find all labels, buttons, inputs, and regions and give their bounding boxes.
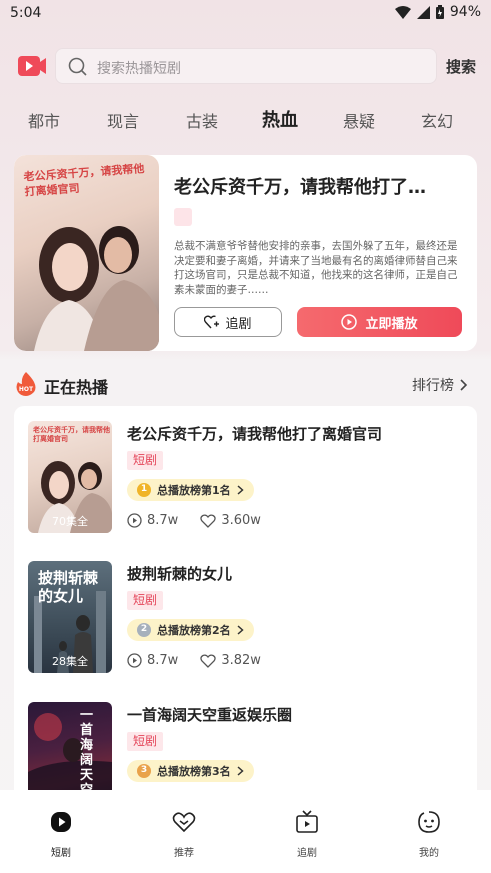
battery-level: 94% [449, 4, 481, 20]
like-heart-icon [200, 513, 216, 528]
tab-category[interactable]: 现言 [93, 108, 153, 132]
app-logo-icon [18, 56, 46, 76]
thumb-title: 老公斥资千万，请我帮他打离婚官司 [33, 426, 110, 443]
wifi-icon [394, 5, 411, 19]
featured-card[interactable]: 老公斥资千万，请我帮他打离婚官司 老公斥资千万，请我帮他打了… 总裁不满意爷爷替… [14, 155, 477, 351]
follow-label: 追剧 [225, 316, 252, 332]
item-stats: 8.7w 3.82w [127, 653, 283, 668]
episode-count: 28集全 [52, 655, 88, 668]
featured-tag [174, 208, 192, 226]
featured-description: 总裁不满意爷爷替他安排的亲事，去国外躲了五年，最终还是决定要和妻子离婚，并请来了… [174, 240, 458, 296]
rank-badge[interactable]: 2 总播放榜第2名 [127, 619, 254, 641]
play-count-icon [127, 513, 142, 528]
play-count-icon [127, 653, 142, 668]
thumb-title: 披荆斩棘的女儿 [38, 569, 99, 605]
play-label: 立即播放 [365, 316, 418, 332]
nav-item-follow[interactable]: 追剧 [277, 810, 337, 859]
rank-text: 总播放榜第3名 [157, 765, 231, 778]
search-input[interactable]: 搜索热播短剧 [55, 48, 437, 84]
chevron-right-icon [460, 379, 468, 391]
genre-tag: 短剧 [127, 591, 164, 610]
play-count: 8.7w [147, 653, 179, 668]
rank-badge[interactable]: 3 总播放榜第3名 [127, 760, 254, 782]
rank-text: 总播放榜第2名 [157, 624, 231, 637]
signal-icon [416, 5, 430, 19]
silver-medal-icon: 2 [137, 623, 151, 637]
list-item[interactable]: 披荆斩棘的女儿 28集全 披荆斩棘的女儿 短剧 2 总播放榜第2名 8.7w 3… [14, 561, 477, 675]
rank-text: 总播放榜第1名 [157, 484, 231, 497]
featured-title[interactable]: 老公斥资千万，请我帮他打了… [174, 173, 464, 199]
like-heart-icon [200, 653, 216, 668]
nav-label: 推荐 [174, 848, 194, 859]
play-circle-icon [341, 314, 358, 330]
featured-poster[interactable]: 老公斥资千万，请我帮他打离婚官司 [14, 155, 159, 351]
genre-tag: 短剧 [127, 732, 164, 751]
nav-item-short-drama[interactable]: 短剧 [31, 810, 91, 859]
item-thumbnail[interactable]: 老公斥资千万，请我帮他打离婚官司 70集全 [28, 421, 112, 533]
item-title[interactable]: 一首海阔天空重返娱乐圈 [127, 704, 292, 725]
heart-badge-icon [172, 812, 196, 833]
play-now-button[interactable]: 立即播放 [297, 307, 462, 337]
gold-medal-icon: 1 [137, 483, 151, 497]
item-title[interactable]: 披荆斩棘的女儿 [127, 563, 232, 584]
tv-icon [296, 810, 318, 833]
bronze-medal-icon: 3 [137, 764, 151, 778]
tab-category-active[interactable]: 热血 [250, 106, 310, 132]
tab-category[interactable]: 都市 [14, 108, 74, 132]
search-row: 搜索热播短剧 搜索 [0, 46, 491, 86]
heart-plus-icon [204, 315, 220, 329]
nav-item-mine[interactable]: 我的 [399, 810, 459, 859]
follow-button[interactable]: 追剧 [174, 307, 282, 337]
nav-label: 短剧 [51, 848, 71, 859]
list-item[interactable]: 老公斥资千万，请我帮他打离婚官司 70集全 老公斥资千万，请我帮他打了离婚官司 … [14, 421, 477, 535]
search-icon [68, 57, 87, 76]
rank-link[interactable]: 排行榜 [412, 375, 468, 395]
genre-tag: 短剧 [127, 451, 164, 470]
chevron-right-icon [237, 485, 244, 495]
nav-label: 我的 [419, 848, 439, 859]
item-thumbnail[interactable]: 披荆斩棘的女儿 28集全 [28, 561, 112, 673]
rank-badge[interactable]: 1 总播放榜第1名 [127, 479, 254, 501]
nav-label: 追剧 [297, 848, 317, 859]
tab-category[interactable]: 古装 [172, 108, 232, 132]
section-header: HOT 正在热播 排行榜 [0, 368, 491, 400]
hot-list: 老公斥资千万，请我帮他打离婚官司 70集全 老公斥资千万，请我帮他打了离婚官司 … [14, 406, 477, 806]
episode-count: 70集全 [52, 515, 88, 528]
search-button[interactable]: 搜索 [446, 56, 476, 77]
status-icons: 94% [394, 4, 481, 20]
like-count: 3.82w [221, 653, 261, 668]
tab-category[interactable]: 悬疑 [329, 108, 389, 132]
play-count: 8.7w [147, 513, 179, 528]
like-count: 3.60w [221, 513, 261, 528]
chevron-right-icon [237, 625, 244, 635]
hot-fire-icon: HOT [16, 372, 36, 396]
hot-badge-text: HOT [19, 386, 34, 393]
face-icon [418, 811, 440, 833]
status-time: 5:04 [10, 5, 42, 21]
chevron-right-icon [237, 766, 244, 776]
tab-category[interactable]: 玄幻 [407, 108, 467, 132]
status-bar: 5:04 94% [0, 0, 491, 28]
item-title[interactable]: 老公斥资千万，请我帮他打了离婚官司 [127, 423, 382, 444]
nav-item-recommend[interactable]: 推荐 [154, 810, 214, 859]
section-title: 正在热播 [44, 378, 109, 397]
battery-icon [435, 5, 444, 19]
category-tabs: 都市 现言 古装 热血 悬疑 玄幻 [0, 104, 491, 134]
item-stats: 8.7w 3.60w [127, 513, 283, 528]
search-placeholder: 搜索热播短剧 [97, 61, 181, 77]
rank-link-label: 排行榜 [412, 378, 454, 394]
play-circle-icon [51, 812, 71, 832]
bottom-nav: 短剧 推荐 追剧 我的 [0, 790, 491, 873]
